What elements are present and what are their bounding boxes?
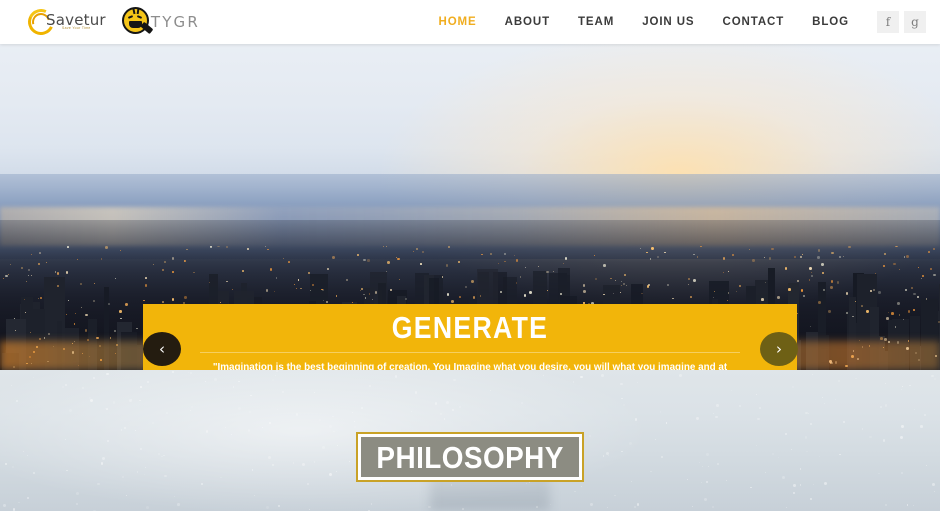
nav-item-about[interactable]: ABOUT — [491, 16, 564, 28]
google-plus-icon[interactable]: g — [904, 11, 926, 33]
philosophy-heading-inner: PHILOSOPHY — [361, 437, 579, 477]
page-root: Savetur Save Your Time TYGR HOME ABOUT T… — [0, 0, 940, 511]
hero-slider: GENERATE "Imagination is the best beginn… — [0, 44, 940, 370]
nav-item-home[interactable]: HOME — [425, 16, 491, 28]
slider-divider — [200, 352, 740, 353]
site-header: Savetur Save Your Time TYGR HOME ABOUT T… — [0, 0, 940, 44]
tygr-wordmark: TYGR — [150, 13, 200, 31]
social-links: f g — [877, 11, 926, 33]
slider-title: GENERATE — [391, 310, 549, 345]
tygr-mouth — [129, 21, 142, 28]
philosophy-heading-box: PHILOSOPHY — [356, 432, 584, 482]
slider-next-button[interactable]: › — [760, 332, 798, 366]
slider-quote: "Imagination is the best beginning of cr… — [212, 361, 728, 370]
nav-item-contact[interactable]: CONTACT — [709, 16, 799, 28]
tygr-logo[interactable]: TYGR — [122, 6, 200, 38]
slider-prev-button[interactable]: ‹ — [143, 332, 181, 366]
philosophy-heading-text: PHILOSOPHY — [376, 439, 564, 475]
magnifier-face-icon — [122, 6, 154, 38]
savetur-logo[interactable]: Savetur Save Your Time — [24, 5, 106, 39]
nav-item-team[interactable]: TEAM — [564, 16, 628, 28]
nav-item-blog[interactable]: BLOG — [798, 16, 863, 28]
slider-caption-banner: GENERATE "Imagination is the best beginn… — [143, 304, 797, 370]
nav-item-join-us[interactable]: JOIN US — [628, 16, 708, 28]
tygr-brow-right — [136, 8, 139, 15]
savetur-tagline: Save Your Time — [62, 26, 91, 30]
main-navigation: HOME ABOUT TEAM JOIN US CONTACT BLOG f g — [425, 11, 940, 33]
brand-zone: Savetur Save Your Time TYGR — [0, 5, 200, 39]
facebook-icon[interactable]: f — [877, 11, 899, 33]
